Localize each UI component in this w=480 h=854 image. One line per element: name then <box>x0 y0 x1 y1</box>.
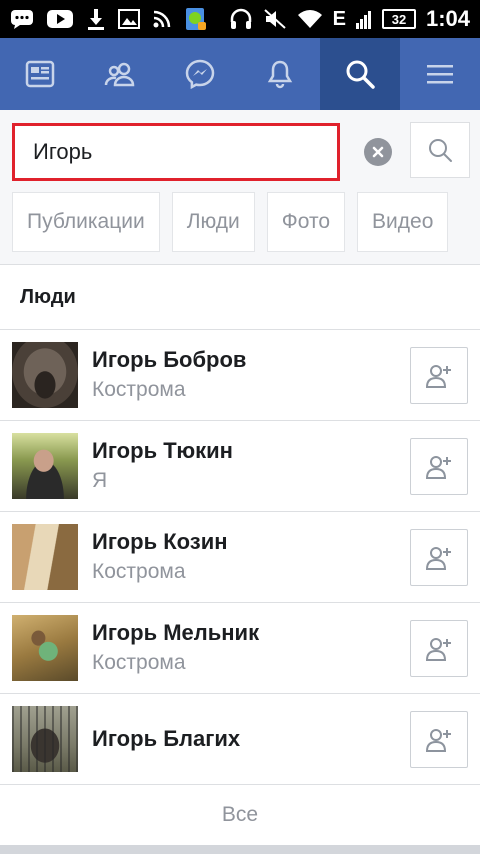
search-area: Публикации Люди Фото Видео <box>0 110 480 265</box>
mute-icon <box>263 8 287 30</box>
search-field[interactable] <box>12 123 340 181</box>
person-name[interactable]: Игорь Козин <box>92 527 228 557</box>
add-friend-icon <box>425 637 451 661</box>
add-friend-button[interactable] <box>410 438 468 495</box>
avatar <box>12 615 78 681</box>
see-all-link[interactable]: Все <box>0 785 480 845</box>
bottom-divider <box>0 845 480 854</box>
notifications-icon[interactable] <box>240 38 320 110</box>
person-name[interactable]: Игорь Благих <box>92 724 240 754</box>
person-name[interactable]: Игорь Бобров <box>92 345 246 375</box>
status-bar: E 32 1:04 <box>0 0 480 38</box>
add-friend-button[interactable] <box>410 620 468 677</box>
avatar <box>12 342 78 408</box>
person-subtitle: Кострома <box>92 560 186 583</box>
avatar <box>12 433 78 499</box>
friends-icon[interactable] <box>80 38 160 110</box>
person-row[interactable]: Игорь Благих <box>0 694 480 785</box>
person-row[interactable]: Игорь Бобров Кострома <box>0 330 480 421</box>
person-subtitle: Кострома <box>92 651 186 674</box>
filter-chips: Публикации Люди Фото Видео <box>12 192 449 252</box>
person-name[interactable]: Игорь Тюкин <box>92 436 233 466</box>
search-input[interactable] <box>33 139 337 165</box>
search-tab-icon[interactable] <box>320 38 400 110</box>
person-row[interactable]: Игорь Козин Кострома <box>0 512 480 603</box>
add-friend-button[interactable] <box>410 711 468 768</box>
download-icon <box>86 7 106 31</box>
person-subtitle: Кострома <box>92 378 186 401</box>
avatar <box>12 524 78 590</box>
wifi-icon <box>297 9 323 29</box>
add-friend-button[interactable] <box>410 347 468 404</box>
gallery-icon <box>118 8 140 30</box>
clock: 1:04 <box>425 6 470 31</box>
filter-videos[interactable]: Видео <box>357 192 449 252</box>
filter-posts[interactable]: Публикации <box>12 192 160 252</box>
add-friend-button[interactable] <box>410 529 468 586</box>
person-row[interactable]: Игорь Мельник Кострома <box>0 603 480 694</box>
person-subtitle: Я <box>92 469 108 492</box>
person-name[interactable]: Игорь Мельник <box>92 618 259 648</box>
headphones-icon <box>229 8 253 30</box>
battery-icon: 32 <box>381 9 416 29</box>
app-icon <box>184 6 208 32</box>
add-friend-icon <box>425 364 451 388</box>
add-friend-icon <box>425 728 451 752</box>
avatar <box>12 706 78 772</box>
top-nav-bar <box>0 38 480 110</box>
section-title: Люди <box>0 265 480 330</box>
search-icon <box>429 139 452 162</box>
signal-icon <box>355 9 372 29</box>
clear-search-icon[interactable] <box>364 138 392 166</box>
youtube-icon <box>46 9 74 29</box>
filter-people[interactable]: Люди <box>171 192 255 252</box>
add-friend-icon <box>425 455 451 479</box>
people-results: Люди Игорь Бобров Кострома Игорь Тюкин Я… <box>0 265 480 845</box>
filter-photos[interactable]: Фото <box>266 192 346 252</box>
menu-icon[interactable] <box>400 38 480 110</box>
network-type: E <box>332 7 346 30</box>
news-feed-icon[interactable] <box>0 38 80 110</box>
rss-icon <box>152 9 172 29</box>
messenger-icon[interactable] <box>160 38 240 110</box>
search-button[interactable] <box>410 122 470 178</box>
person-row[interactable]: Игорь Тюкин Я <box>0 421 480 512</box>
messages-icon <box>10 8 34 30</box>
add-friend-icon <box>425 546 451 570</box>
